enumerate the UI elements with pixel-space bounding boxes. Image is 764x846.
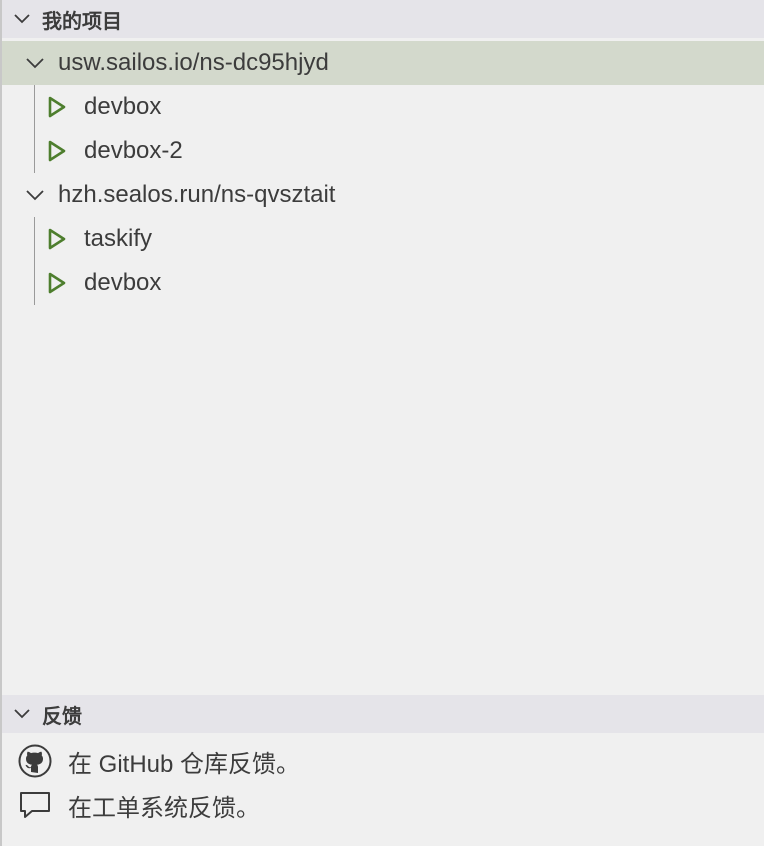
chevron-down-icon [2, 707, 42, 721]
tree-group-label: hzh.sealos.run/ns-qvsztait [58, 181, 336, 208]
feedback-github-link[interactable]: 在 GitHub 仓库反馈。 [2, 739, 764, 783]
tree-item-devbox[interactable]: devbox [2, 85, 764, 129]
chevron-down-icon [2, 12, 42, 26]
section-header-projects[interactable]: 我的项目 [2, 0, 764, 38]
play-icon[interactable] [46, 227, 84, 251]
play-icon[interactable] [46, 139, 84, 163]
tree-item-label: devbox-2 [84, 137, 183, 164]
chevron-down-icon [24, 56, 58, 70]
tree-item-taskify[interactable]: taskify [2, 217, 764, 261]
feedback-item-label: 在 GitHub 仓库反馈。 [68, 750, 301, 778]
tree-item-devbox-2[interactable]: devbox-2 [2, 129, 764, 173]
tree-item-devbox[interactable]: devbox [2, 261, 764, 305]
comment-icon [2, 790, 68, 820]
tree-item-label: taskify [84, 225, 153, 252]
tree-group-usw[interactable]: usw.sailos.io/ns-dc95hjyd [2, 41, 764, 85]
play-icon[interactable] [46, 95, 84, 119]
section-title-feedback: 反馈 [42, 705, 82, 728]
feedback-ticket-link[interactable]: 在工单系统反馈。 [2, 783, 764, 827]
github-icon [2, 744, 68, 778]
chevron-down-icon [24, 188, 58, 202]
feedback-item-label: 在工单系统反馈。 [68, 794, 260, 822]
tree-item-label: devbox [84, 269, 162, 296]
tree-item-label: devbox [84, 93, 162, 120]
section-title-projects: 我的项目 [42, 10, 122, 33]
play-icon[interactable] [46, 271, 84, 295]
tree-group-label: usw.sailos.io/ns-dc95hjyd [58, 49, 329, 76]
tree-group-hzh[interactable]: hzh.sealos.run/ns-qvsztait [2, 173, 764, 217]
section-header-feedback[interactable]: 反馈 [2, 695, 764, 733]
